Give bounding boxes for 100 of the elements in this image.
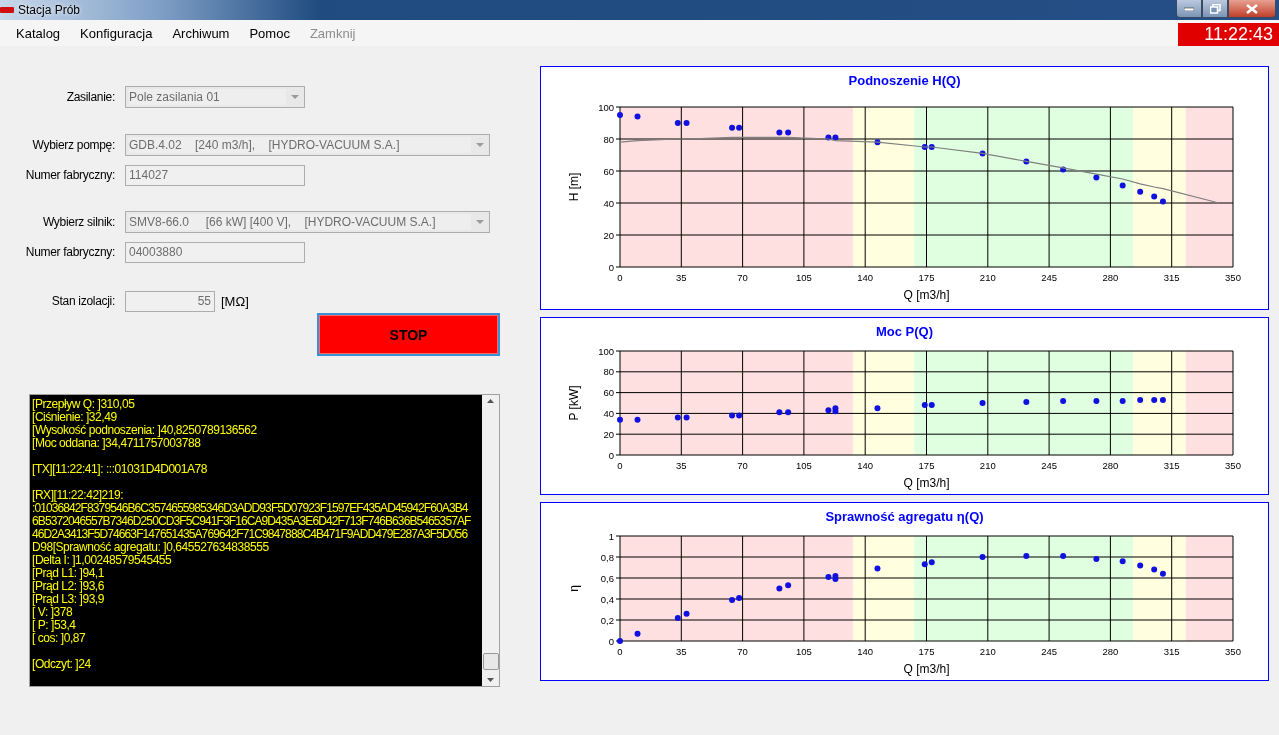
tick-label: 315 (1163, 271, 1180, 283)
log-line: [Odczyt: ]24 (32, 658, 92, 671)
tick-label: 280 (1102, 271, 1119, 283)
log-line: [Delta I: ]1,00248579545455 (32, 554, 172, 567)
field-label: Numer fabryczny: (24, 168, 116, 182)
menu-item[interactable]: Archiwum (164, 25, 238, 41)
stop-button[interactable]: STOP (317, 313, 500, 356)
tick-label: 245 (1041, 271, 1058, 283)
tick-label: 315 (1163, 460, 1180, 472)
field-label: Numer fabryczny: (24, 245, 116, 259)
tick-label: 140 (857, 271, 874, 283)
axis-title: η (567, 585, 581, 592)
restore-icon (1209, 3, 1221, 14)
tick-label: 175 (918, 271, 935, 283)
tick-label: 245 (1041, 646, 1058, 658)
motor-dropdown[interactable]: SMV8-66.0 [66 kW] [400 V], [HYDRO-VACUUM S.A.] (125, 211, 490, 233)
tick-label: 350 (1225, 271, 1241, 283)
tick-label: 80 (603, 133, 614, 145)
tick-label: 0 (617, 460, 623, 472)
tick-label: 70 (737, 646, 748, 658)
pump-dropdown[interactable]: GDB.4.02 [240 m3/h], [HYDRO-VACUUM S.A.] (125, 134, 490, 156)
power-supply-dropdown[interactable]: Pole zasilania 01 (125, 86, 305, 108)
tick-label: 60 (603, 165, 614, 177)
tick-label: 140 (857, 646, 874, 658)
axis-title: Q [m3/h] (903, 287, 950, 302)
tick-label: 175 (918, 460, 935, 472)
tick-label: 60 (603, 387, 614, 399)
minimize-icon (1184, 6, 1194, 11)
tick-label: 20 (603, 428, 614, 440)
log-line: [ cos: ]0,87 (32, 632, 87, 645)
scroll-thumb[interactable] (482, 653, 499, 670)
minimize-button[interactable] (1176, 0, 1202, 18)
close-button[interactable] (1228, 0, 1276, 18)
log-line: 6B5372046557B7346D250CD3F5C941F3F16CA9D435A3E6D42F713F746B636B5465357AF (32, 515, 472, 528)
tick-label: 0,4 (600, 593, 614, 605)
log-line: [Moc oddana: ]34,4711757003788 (32, 437, 201, 450)
app-icon (0, 7, 14, 13)
tick-label: 80 (603, 366, 614, 378)
tick-label: 105 (795, 646, 812, 658)
log-line: :01036842F8379546B6C3574655985346D3ADD93F5D07923F1597EF435AD45942F60A3B4 (32, 502, 469, 515)
tick-label: 40 (603, 197, 614, 209)
log-line: [ P: ]53,4 (32, 619, 77, 632)
axis-title: P [kW] (567, 385, 581, 421)
clock: 11:22:43 (1178, 23, 1279, 46)
tick-label: 280 (1102, 646, 1119, 658)
axis-title: Q [m3/h] (903, 476, 950, 491)
tick-label: 0 (608, 635, 614, 647)
tick-label: 35 (676, 460, 687, 472)
field-label: Zasilanie: (65, 90, 116, 104)
tick-label: 100 (598, 345, 614, 357)
tick-label: 70 (737, 460, 748, 472)
chart-title: Moc P(Q) (874, 323, 935, 342)
menu-item[interactable]: Konfiguracja (72, 25, 161, 41)
log-line: [TX][11:22:41]: :::01031D4D001A78 (32, 463, 209, 476)
tick-label: 140 (857, 460, 874, 472)
tick-label: 70 (737, 271, 748, 283)
log-line: [Prąd L1: ]94,1 (32, 567, 104, 580)
field-label: Wybierz pompę: (31, 138, 116, 152)
menu-item[interactable]: Pomoc (241, 25, 298, 41)
tick-label: 210 (979, 646, 996, 658)
tick-label: 1 (608, 530, 614, 542)
tick-label: 35 (676, 271, 687, 283)
unit-label: [MΩ] (221, 293, 249, 309)
tick-label: 350 (1225, 646, 1241, 658)
scrollbar[interactable] (482, 395, 499, 686)
tick-label: 0 (608, 449, 614, 461)
chart-title: Podnoszenie H(Q) (847, 72, 962, 91)
serial-number-field[interactable]: 04003880 (125, 241, 305, 263)
tick-label: 175 (918, 646, 935, 658)
field-label: Wybierz silnik: (41, 215, 116, 229)
log-line: D98[Sprawność agregatu: ]0,645527634838555 (32, 541, 270, 554)
insulation-field[interactable]: 55 (125, 290, 215, 312)
close-icon (1246, 3, 1258, 14)
tick-label: 210 (979, 460, 996, 472)
tick-label: 245 (1041, 460, 1058, 472)
tick-label: 0 (608, 261, 614, 273)
tick-label: 0 (617, 646, 623, 658)
tick-label: 35 (676, 646, 687, 658)
tick-label: 0,6 (600, 572, 614, 584)
tick-label: 100 (598, 101, 614, 113)
chart-title: Sprawność agregatu η(Q) (824, 508, 985, 527)
tick-label: 0 (617, 271, 623, 283)
log-line: [Przepływ Q: ]310,05 (32, 398, 136, 411)
window-title: Stacja Prób (18, 3, 81, 17)
log-line: [Wysokość podnoszenia: ]40,8250789136562 (32, 424, 258, 437)
tick-label: 40 (603, 408, 614, 419)
tick-label: 105 (795, 460, 812, 472)
tick-label: 0,8 (600, 551, 614, 563)
log-line: [Prąd L3: ]93,9 (32, 593, 105, 606)
tick-label: 105 (795, 271, 812, 283)
tick-label: 315 (1163, 646, 1180, 658)
field-label: Stan izolacji: (50, 294, 116, 308)
axis-title: Q [m3/h] (903, 662, 950, 677)
tick-label: 280 (1102, 460, 1119, 472)
axis-title: H [m] (567, 172, 581, 202)
maximize-button[interactable] (1202, 0, 1228, 18)
serial-number-field[interactable]: 114027 (125, 164, 305, 186)
tick-label: 210 (979, 271, 996, 283)
tick-label: 0,2 (600, 614, 614, 626)
menu-item[interactable]: Katalog (8, 25, 69, 41)
